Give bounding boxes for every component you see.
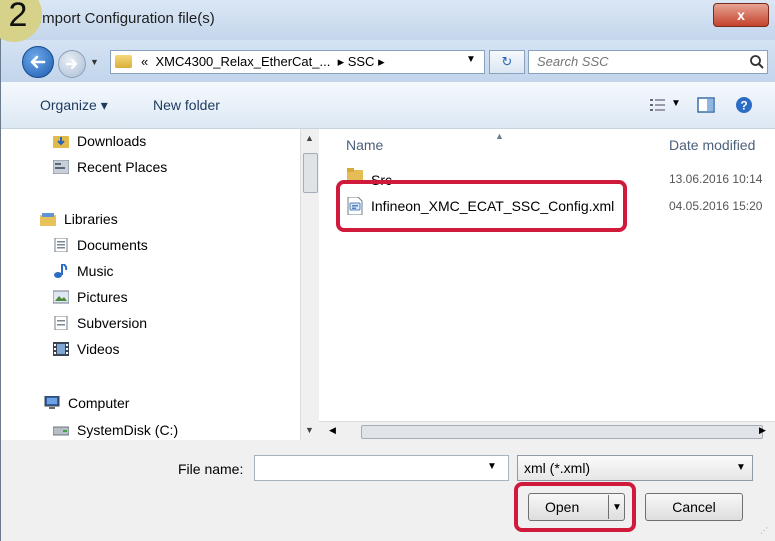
preview-pane-icon[interactable] (697, 97, 715, 113)
path-segment-ssc[interactable]: SSC (348, 54, 375, 69)
new-folder-button[interactable]: New folder (153, 97, 220, 113)
highlight-open-button (514, 482, 636, 532)
path-segment-project[interactable]: XMC4300_Relax_EtherCat_... (155, 54, 330, 69)
address-path: « XMC4300_Relax_EtherCat_... ▸ SSC ▸ (141, 54, 385, 69)
address-dropdown-icon[interactable]: ▼ (466, 54, 476, 65)
import-config-dialog: Import Configuration file(s) x ▼ « XMC43… (0, 0, 775, 541)
close-icon: x (737, 7, 745, 23)
help-icon[interactable]: ? (735, 96, 753, 114)
scroll-down-icon[interactable]: ▼ (305, 425, 314, 435)
subversion-icon (54, 316, 68, 330)
libraries-icon (40, 213, 56, 226)
scroll-up-icon[interactable]: ▲ (305, 133, 314, 143)
refresh-button[interactable]: ↻ (489, 50, 525, 74)
file-date-src: 13.06.2016 10:14 (669, 172, 763, 186)
file-name-label: File name: (178, 461, 244, 477)
downloads-folder-icon (53, 136, 69, 148)
scrollbar-thumb[interactable] (303, 153, 318, 193)
cancel-button[interactable]: Cancel (645, 493, 743, 521)
file-list-horizontal-scrollbar[interactable]: ◀ ▶ (319, 421, 775, 441)
scroll-left-icon[interactable]: ◀ (329, 425, 336, 436)
file-type-select[interactable]: xml (*.xml) ▼ (517, 455, 753, 481)
back-button[interactable] (22, 46, 54, 78)
back-arrow-icon (30, 55, 46, 69)
view-options-icon[interactable] (650, 98, 666, 112)
refresh-icon: ↻ (501, 54, 513, 69)
highlight-config-file (336, 180, 627, 232)
forward-arrow-icon (65, 58, 78, 70)
column-header-name[interactable]: Name (346, 137, 383, 153)
column-header-date-modified[interactable]: Date modified (669, 137, 755, 153)
address-bar[interactable]: « XMC4300_Relax_EtherCat_... ▸ SSC ▸ ▼ (110, 50, 485, 74)
recent-locations-dropdown-icon[interactable]: ▼ (90, 57, 99, 67)
folder-icon (115, 55, 132, 68)
path-overflow-chevron[interactable]: « (141, 54, 148, 69)
resize-grip-icon[interactable]: ⋰ (760, 526, 769, 535)
file-date-config-xml: 04.05.2016 15:20 (669, 199, 763, 213)
pictures-icon (53, 290, 69, 304)
file-name-input[interactable]: ▼ (254, 455, 509, 481)
disk-icon (53, 426, 69, 436)
close-button[interactable]: x (713, 3, 769, 27)
dialog-title: Import Configuration file(s) (38, 10, 215, 27)
nav-pane-scrollbar[interactable]: ▲ ▼ (300, 129, 319, 440)
navigation-pane (0, 129, 318, 440)
recent-places-icon (53, 160, 69, 174)
computer-icon (44, 396, 60, 409)
search-icon[interactable] (749, 54, 765, 70)
search-input[interactable] (535, 53, 739, 70)
forward-button[interactable] (58, 50, 86, 78)
file-type-value: xml (*.xml) (524, 460, 591, 476)
horizontal-scrollbar-thumb[interactable] (361, 425, 763, 439)
scroll-right-icon[interactable]: ▶ (759, 425, 766, 436)
svg-text:?: ? (740, 99, 747, 113)
search-box[interactable] (528, 50, 768, 74)
music-icon (54, 264, 68, 278)
organize-menu-button[interactable]: Organize ▾ (40, 97, 108, 114)
sort-ascending-icon: ▲ (495, 131, 504, 141)
documents-icon (54, 238, 68, 252)
file-type-dropdown-icon: ▼ (736, 462, 746, 473)
file-name-dropdown-icon[interactable]: ▼ (487, 461, 497, 472)
videos-icon (53, 342, 69, 356)
view-dropdown-icon[interactable]: ▼ (671, 98, 681, 109)
